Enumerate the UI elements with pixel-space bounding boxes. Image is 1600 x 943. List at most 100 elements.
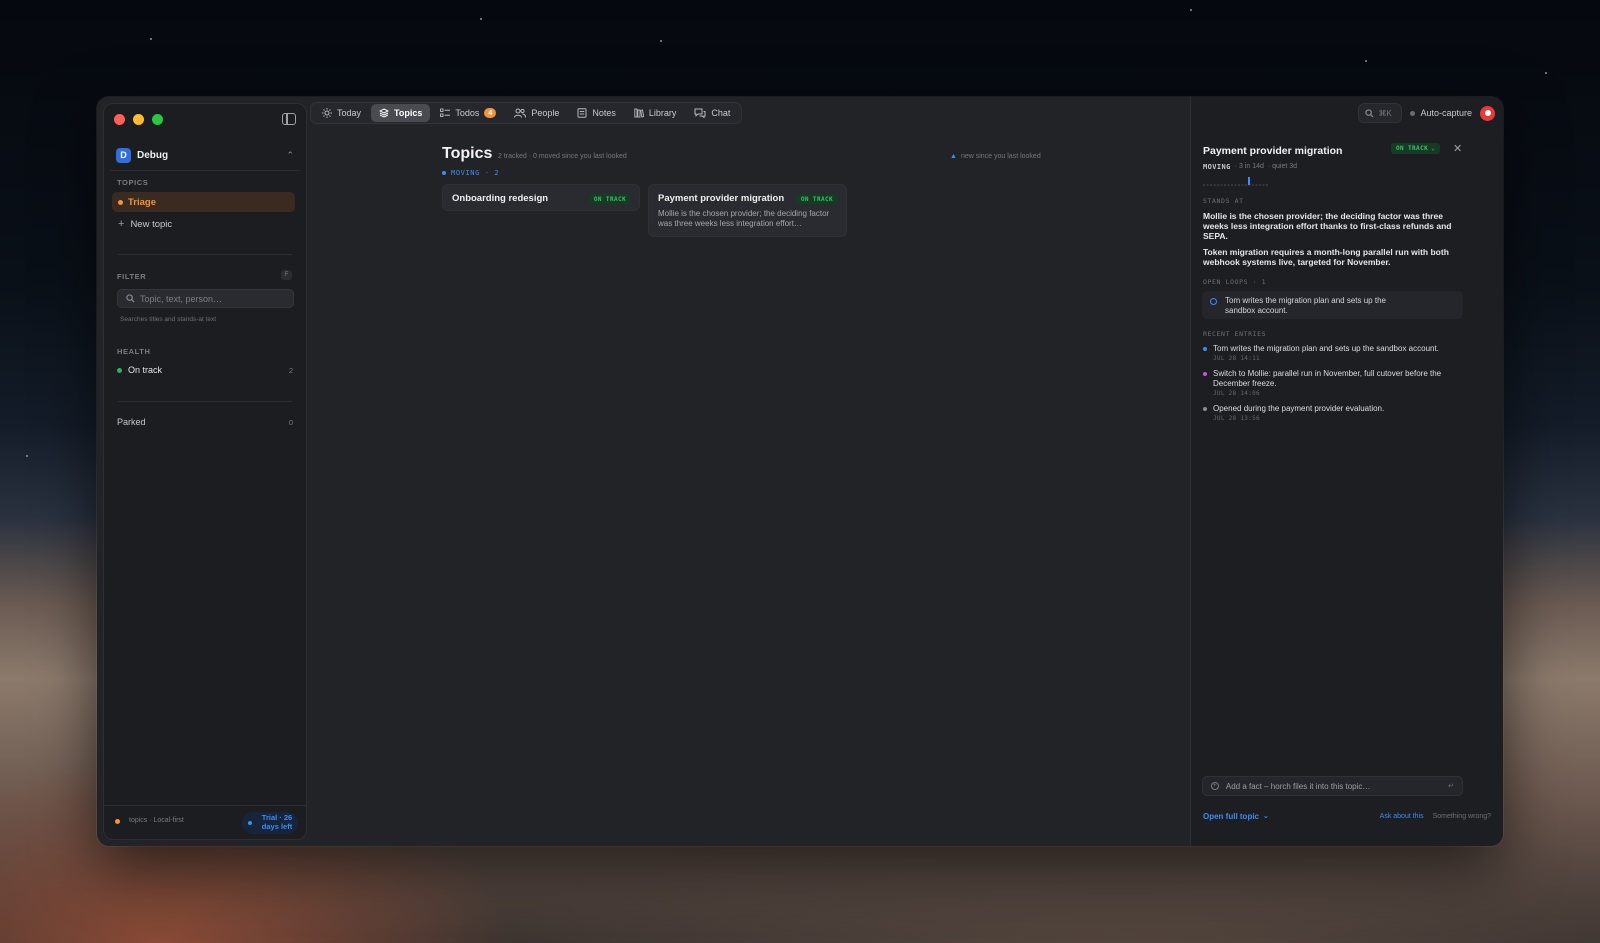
star bbox=[480, 18, 482, 20]
sidebar: D Debug ⌃ TOPICS Triage + New topic FILT… bbox=[103, 103, 307, 840]
health-filter-on-track[interactable]: On track 2 bbox=[117, 365, 293, 375]
triage-dot-icon bbox=[118, 199, 123, 205]
page-title: Topics bbox=[442, 145, 493, 162]
topics-section-label: TOPICS bbox=[117, 178, 149, 187]
star bbox=[1365, 60, 1367, 62]
trial-dot-icon bbox=[248, 821, 252, 825]
close-window-button[interactable] bbox=[114, 114, 125, 125]
tab-label: Today bbox=[337, 108, 362, 118]
group-label-text: MOVING · 2 bbox=[451, 169, 500, 177]
open-loop-item[interactable]: Tom writes the migration plan and sets u… bbox=[1202, 291, 1463, 319]
stands-at-label: STANDS AT bbox=[1203, 197, 1244, 205]
entry-item[interactable]: Opened during the payment provider evalu… bbox=[1203, 404, 1465, 422]
parked-filter[interactable]: Parked 0 bbox=[117, 417, 293, 427]
sidebar-toggle-icon[interactable] bbox=[282, 113, 296, 125]
global-search-button[interactable]: ⌘K bbox=[1358, 103, 1403, 123]
tab-notes[interactable]: Notes bbox=[569, 104, 624, 122]
tab-people[interactable]: People bbox=[506, 104, 567, 122]
entry-dot-icon bbox=[1203, 407, 1207, 411]
topic-card-summary: Mollie is the chosen provider; the decid… bbox=[658, 209, 830, 228]
tab-todos[interactable]: Todos 4 bbox=[432, 104, 504, 122]
ask-about-this-link[interactable]: Ask about this bbox=[1380, 813, 1424, 820]
sun-icon bbox=[322, 108, 332, 118]
autocapture-status-icon bbox=[1410, 110, 1416, 116]
topic-detail-panel: ⌘K Auto-capture Payment provider migrati… bbox=[1190, 97, 1503, 846]
divider bbox=[118, 401, 292, 402]
plus-circle-icon: + bbox=[1211, 782, 1219, 790]
filter-shortcut-badge: F bbox=[281, 270, 292, 280]
minimize-window-button[interactable] bbox=[133, 114, 144, 125]
open-loops-label: OPEN LOOPS · 1 bbox=[1203, 278, 1267, 286]
open-full-topic-link[interactable]: Open full topic bbox=[1203, 812, 1259, 821]
meta-quiet: · quiet 3d bbox=[1267, 163, 1298, 170]
entry-item[interactable]: Tom writes the migration plan and sets u… bbox=[1203, 344, 1465, 362]
tab-label: Library bbox=[648, 108, 677, 118]
stands-at-paragraph: Token migration requires a month-long pa… bbox=[1203, 247, 1449, 267]
stands-at-paragraph: Mollie is the chosen provider; the decid… bbox=[1203, 211, 1452, 241]
something-wrong-link[interactable]: Something wrong? bbox=[1433, 813, 1491, 820]
star bbox=[26, 455, 28, 457]
loop-checkbox-icon[interactable] bbox=[1210, 298, 1217, 305]
tab-label: People bbox=[531, 108, 560, 118]
add-fact-input[interactable] bbox=[1225, 781, 1442, 791]
entry-time: JUL 28 14:11 bbox=[1213, 355, 1260, 362]
tab-label: Todos bbox=[455, 108, 480, 118]
checklist-icon bbox=[440, 108, 451, 117]
detail-status-dropdown[interactable]: ON TRACK ⌄ bbox=[1391, 143, 1441, 154]
meta-state: MOVING bbox=[1203, 163, 1231, 171]
divider bbox=[118, 254, 292, 255]
todos-count-badge: 4 bbox=[484, 108, 497, 118]
entry-text: Tom writes the migration plan and sets u… bbox=[1213, 344, 1439, 353]
entry-text: Switch to Mollie: parallel run in Novemb… bbox=[1213, 369, 1442, 388]
main-nav: Today Topics Todos 4 People Notes Librar… bbox=[310, 102, 743, 124]
new-topic-button[interactable]: + New topic bbox=[118, 218, 172, 230]
star bbox=[150, 38, 152, 40]
search-icon bbox=[1365, 108, 1374, 118]
entry-text: Opened during the payment provider evalu… bbox=[1213, 404, 1385, 413]
add-fact-field[interactable]: + ↵ bbox=[1202, 776, 1463, 796]
tab-label: Topics bbox=[394, 108, 423, 118]
status-text: ON TRACK bbox=[1396, 145, 1429, 152]
entry-time: JUL 28 14:06 bbox=[1213, 390, 1260, 397]
filter-input[interactable] bbox=[140, 293, 290, 304]
tab-chat[interactable]: Chat bbox=[686, 104, 738, 122]
workspace-switcher[interactable]: D Debug ⌃ bbox=[110, 142, 300, 168]
parked-count: 0 bbox=[288, 417, 293, 427]
trial-badge[interactable]: Trial · 26 days left bbox=[242, 812, 298, 834]
page-subtitle: 2 tracked · 0 moved since you last looke… bbox=[498, 153, 627, 160]
topics-main: Topics 2 tracked · 0 moved since you las… bbox=[309, 127, 1189, 842]
footer-status-text: topics · Local-first bbox=[129, 817, 184, 824]
library-icon bbox=[634, 108, 644, 118]
note-icon bbox=[577, 108, 587, 118]
filter-section-label: FILTER bbox=[117, 272, 147, 281]
filter-search-field[interactable] bbox=[117, 289, 294, 308]
sidebar-item-triage[interactable]: Triage bbox=[112, 192, 295, 212]
autocapture-toggle[interactable]: Auto-capture bbox=[1410, 108, 1472, 118]
chevron-down-icon: ⌄ bbox=[1263, 813, 1269, 820]
workspace-avatar: D bbox=[116, 147, 131, 163]
plus-icon: + bbox=[118, 218, 125, 230]
new-since-legend: ▲ new since you last looked bbox=[950, 153, 1041, 160]
entry-item[interactable]: Switch to Mollie: parallel run in Novemb… bbox=[1203, 369, 1465, 397]
tab-label: Notes bbox=[592, 108, 616, 118]
workspace-name: Debug bbox=[137, 149, 169, 161]
tab-today[interactable]: Today bbox=[314, 104, 369, 122]
top-right-controls: ⌘K Auto-capture bbox=[1358, 103, 1495, 123]
tab-topics[interactable]: Topics bbox=[371, 104, 431, 122]
topic-card-payment[interactable]: Payment provider migration ON TRACK Moll… bbox=[648, 184, 847, 237]
zoom-window-button[interactable] bbox=[152, 114, 163, 125]
tab-library[interactable]: Library bbox=[626, 104, 685, 122]
star bbox=[660, 40, 662, 42]
health-count: 2 bbox=[288, 365, 293, 375]
moving-dot-icon bbox=[442, 171, 446, 175]
close-icon[interactable]: ✕ bbox=[1453, 142, 1462, 155]
detail-footer: Open full topic ⌄ Ask about this Somethi… bbox=[1203, 809, 1491, 823]
health-section-label: HEALTH bbox=[117, 347, 151, 356]
layers-icon bbox=[379, 108, 390, 118]
chevron-down-icon: ⌄ bbox=[1431, 145, 1436, 152]
topic-card-onboarding[interactable]: Onboarding redesign ON TRACK bbox=[442, 184, 640, 211]
entry-dot-icon bbox=[1203, 372, 1207, 376]
meta-recent: · 3 in 14d bbox=[1234, 163, 1264, 170]
record-button[interactable] bbox=[1480, 105, 1495, 121]
record-icon bbox=[1484, 110, 1491, 116]
